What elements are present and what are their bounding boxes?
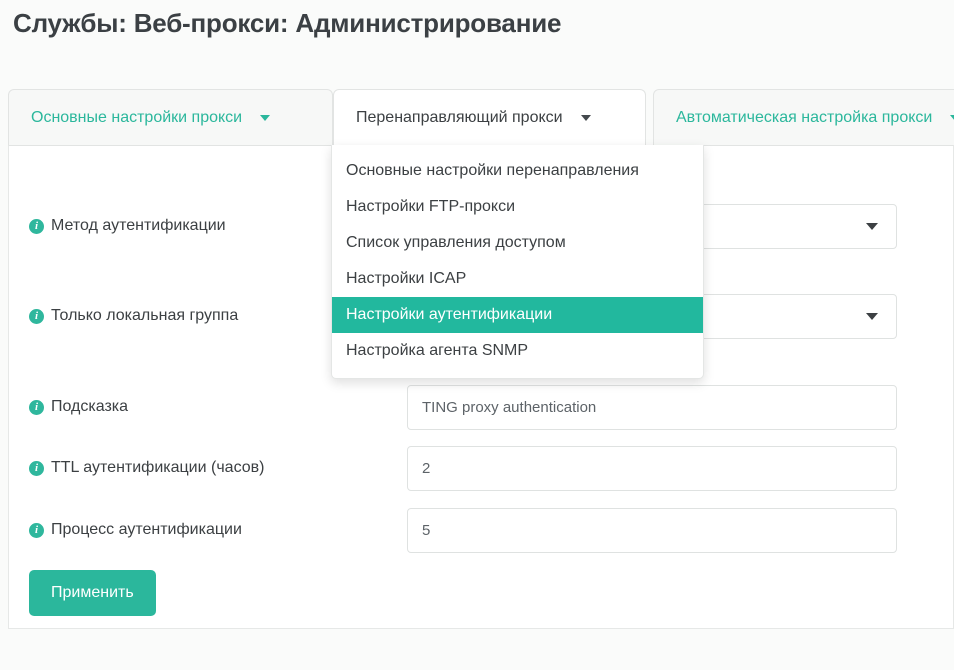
page-title: Службы: Веб-прокси: Администрирование (13, 8, 562, 38)
apply-button[interactable]: Применить (29, 570, 156, 616)
field-label-text: TTL аутентификации (часов) (51, 459, 265, 476)
menu-item-auth-settings[interactable]: Настройки аутентификации (332, 297, 703, 333)
menu-item-label: Настройки ICAP (346, 270, 467, 287)
menu-item-label: Основные настройки перенаправления (346, 162, 639, 179)
tab-label: Основные настройки прокси (31, 109, 243, 126)
chevron-down-icon (580, 115, 591, 121)
menu-item-access-control-list[interactable]: Список управления доступом (332, 225, 703, 261)
field-label-local-group-only: i Только локальная группа (29, 307, 238, 325)
info-icon[interactable]: i (29, 522, 44, 538)
field-label-auth-method: i Метод аутентификации (29, 217, 226, 235)
auth-ttl-input[interactable]: 2 (407, 445, 897, 491)
menu-item-icap-settings[interactable]: Настройки ICAP (332, 261, 703, 297)
tab-label: Автоматическая настройка прокси (676, 109, 933, 126)
field-label-text: Процесс аутентификации (51, 521, 242, 538)
form-row: i Процесс аутентификации 5 (9, 504, 954, 556)
form-row: i TTL аутентификации (часов) 2 (9, 442, 954, 494)
chevron-down-icon (866, 313, 878, 320)
menu-item-redirect-basic[interactable]: Основные настройки перенаправления (332, 153, 703, 189)
chevron-down-icon (260, 115, 271, 121)
field-control: 5 (407, 507, 897, 553)
hint-value: TING proxy authentication (422, 398, 597, 416)
field-label-text: Подсказка (51, 398, 129, 415)
menu-item-label: Настройка агента SNMP (346, 342, 529, 359)
menu-item-ftp-proxy[interactable]: Настройки FTP-прокси (332, 189, 703, 225)
auth-process-input[interactable]: 5 (407, 507, 897, 553)
menu-item-label: Список управления доступом (346, 234, 566, 251)
tab-strip: Основные настройки прокси Перенаправляющ… (8, 89, 954, 146)
info-icon[interactable]: i (29, 218, 44, 234)
tab-proxy-basic-settings[interactable]: Основные настройки прокси (8, 89, 333, 146)
field-control: TING proxy authentication (407, 384, 897, 430)
menu-item-label: Настройки аутентификации (346, 306, 553, 323)
info-icon[interactable]: i (29, 308, 44, 324)
tab-redirect-proxy[interactable]: Перенаправляющий прокси (333, 89, 646, 146)
tab-label: Перенаправляющий прокси (356, 109, 563, 126)
menu-item-snmp-agent[interactable]: Настройка агента SNMP (332, 333, 703, 369)
menu-item-label: Настройки FTP-прокси (346, 198, 516, 215)
field-control: 2 (407, 445, 897, 491)
chevron-down-icon (866, 223, 878, 230)
chevron-down-icon (950, 115, 954, 121)
info-icon[interactable]: i (29, 399, 44, 415)
auth-process-value: 5 (422, 521, 431, 539)
field-label-hint: i Подсказка (29, 398, 128, 416)
field-label-auth-ttl: i TTL аутентификации (часов) (29, 459, 264, 477)
auth-ttl-value: 2 (422, 459, 431, 477)
field-label-auth-process: i Процесс аутентификации (29, 521, 242, 539)
info-icon[interactable]: i (29, 460, 44, 476)
field-label-text: Метод аутентификации (51, 217, 226, 234)
form-row: i Подсказка TING proxy authentication (9, 381, 954, 433)
field-label-text: Только локальная группа (51, 307, 239, 324)
redirect-proxy-dropdown-menu: Основные настройки перенаправления Настр… (331, 145, 704, 379)
tab-auto-proxy-config[interactable]: Автоматическая настройка прокси (653, 89, 954, 146)
hint-input[interactable]: TING proxy authentication (407, 384, 897, 430)
